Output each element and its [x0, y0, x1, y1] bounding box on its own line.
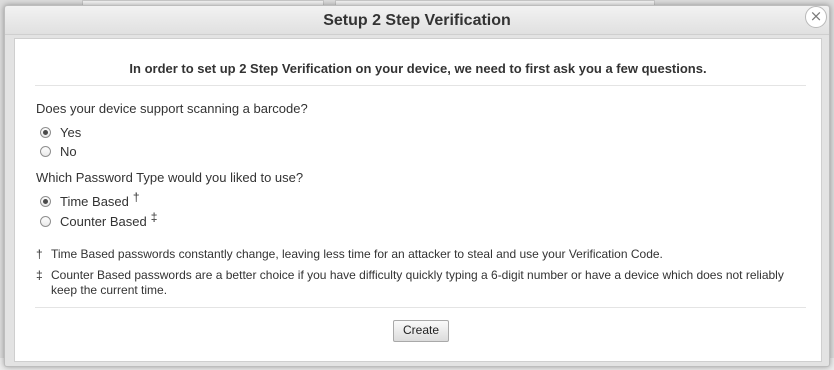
counter-based-note: ‡ Counter Based passwords are a better c… [36, 268, 796, 298]
dialog-content: In order to set up 2 Step Verification o… [14, 38, 822, 362]
time-based-radio[interactable] [40, 196, 51, 207]
dialog-titlebar: Setup 2 Step Verification × [5, 6, 829, 35]
time-based-note: † Time Based passwords constantly change… [36, 247, 796, 262]
time-based-option[interactable]: Time Based † [40, 190, 140, 209]
barcode-yes-label: Yes [60, 125, 82, 140]
close-button[interactable]: × [805, 6, 827, 28]
barcode-no-radio[interactable] [40, 146, 51, 157]
note-symbol: † [36, 247, 43, 261]
divider [35, 85, 806, 86]
counter-based-label: Counter Based [60, 214, 147, 229]
close-icon: × [809, 7, 823, 25]
note-text: Time Based passwords constantly change, … [51, 247, 663, 261]
setup-2-step-verification-dialog: Setup 2 Step Verification × In order to … [4, 5, 830, 367]
note-text: Counter Based passwords are a better cho… [51, 268, 784, 297]
barcode-yes-option[interactable]: Yes [40, 125, 81, 140]
note-symbol: ‡ [36, 268, 43, 282]
password-type-question: Which Password Type would you liked to u… [36, 170, 304, 185]
barcode-yes-radio[interactable] [40, 127, 51, 138]
time-based-label: Time Based [60, 194, 129, 209]
intro-text: In order to set up 2 Step Verification o… [129, 61, 707, 76]
create-button[interactable]: Create [393, 320, 449, 342]
dagger-mark: † [132, 189, 140, 204]
counter-based-option[interactable]: Counter Based ‡ [40, 210, 157, 229]
barcode-no-option[interactable]: No [40, 144, 77, 159]
divider [35, 307, 806, 308]
barcode-no-label: No [60, 144, 77, 159]
barcode-question: Does your device support scanning a barc… [36, 101, 308, 116]
counter-based-radio[interactable] [40, 216, 51, 227]
dialog-title: Setup 2 Step Verification [323, 12, 511, 29]
double-dagger-mark: ‡ [150, 209, 158, 224]
